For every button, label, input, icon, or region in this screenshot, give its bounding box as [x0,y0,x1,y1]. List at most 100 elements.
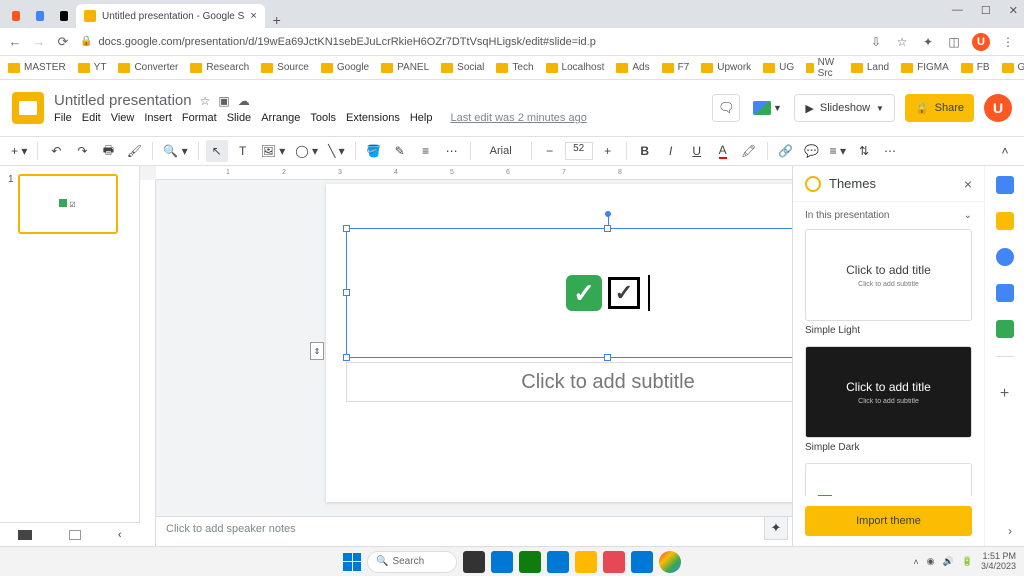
horizontal-ruler[interactable]: 12345678 [156,166,792,180]
rotation-handle[interactable] [605,211,611,217]
taskbar-app[interactable] [575,551,597,573]
italic-button[interactable]: I [660,140,682,162]
new-tab-button[interactable]: + [265,12,289,28]
extensions-icon[interactable]: ✦ [920,34,936,50]
line-tool[interactable]: ╲ ▾ [325,140,348,162]
bookmark-item[interactable]: NW Src [806,57,839,79]
align-button[interactable]: ≡ ▾ [827,140,849,162]
print-button[interactable]: 🖶 [97,140,119,162]
bookmark-item[interactable]: PANEL [381,62,429,73]
sidepanel-icon[interactable]: ◫ [946,34,962,50]
resize-handle[interactable] [604,225,611,232]
tab-pinned-1[interactable] [4,4,28,28]
bookmark-item[interactable]: MASTER [8,62,66,73]
resize-handle[interactable] [343,289,350,296]
underline-button[interactable]: U [686,140,708,162]
reload-icon[interactable]: ⟳ [56,35,70,49]
bookmark-item[interactable]: Google [321,62,369,73]
volume-icon[interactable]: 🔊 [943,556,954,567]
slide-thumbnail[interactable]: ☑ [18,174,118,234]
menu-arrange[interactable]: Arrange [261,112,300,124]
menu-extensions[interactable]: Extensions [346,112,400,124]
slide-canvas[interactable]: ⇕ ✓ ✓ Click to add subtitle [326,184,792,502]
taskbar-app[interactable] [659,551,681,573]
window-maximize-icon[interactable]: ☐ [981,4,991,17]
speaker-notes[interactable]: Click to add speaker notes [156,516,792,546]
profile-badge[interactable]: U [972,33,990,51]
explore-button[interactable]: ✦ [764,516,788,540]
last-edit-info[interactable]: Last edit was 2 minutes ago [450,112,586,124]
bold-button[interactable]: B [634,140,656,162]
border-dash-button[interactable]: ⋯ [441,140,463,162]
calendar-icon[interactable] [996,176,1014,194]
link-button[interactable]: 🔗 [775,140,797,162]
border-color-button[interactable]: ✎ [389,140,411,162]
start-button[interactable] [343,553,361,571]
resize-handle[interactable] [604,354,611,361]
window-close-icon[interactable]: ✕ [1009,4,1018,17]
bookmark-item[interactable]: Social [441,62,484,73]
menu-file[interactable]: File [54,112,72,124]
tab-active[interactable]: Untitled presentation - Google S × [76,4,265,28]
add-addon-button[interactable]: + [1000,385,1009,403]
list-button[interactable]: ⋯ [879,140,901,162]
cloud-icon[interactable]: ☁ [238,94,250,108]
comment-button[interactable]: 💬 [801,140,823,162]
menu-slide[interactable]: Slide [227,112,251,124]
tab-pinned-2[interactable] [28,4,52,28]
keep-icon[interactable] [996,212,1014,230]
resize-handle[interactable] [343,225,350,232]
taskbar-app[interactable] [491,551,513,573]
maps-icon[interactable] [996,320,1014,338]
shape-tool[interactable]: ◯ ▾ [292,140,321,162]
text-color-button[interactable]: A [712,140,734,162]
subtitle-textbox[interactable]: Click to add subtitle [346,362,792,402]
comments-button[interactable]: 🗨 [712,94,740,122]
redo-button[interactable]: ↷ [71,140,93,162]
bookmark-item[interactable]: YT [78,62,107,73]
contacts-icon[interactable] [996,284,1014,302]
filmstrip-view-button[interactable] [18,530,32,540]
tab-close-icon[interactable]: × [250,10,256,22]
vertical-ruler[interactable] [140,180,156,546]
new-slide-button[interactable]: + ▾ [8,140,30,162]
menu-format[interactable]: Format [182,112,217,124]
bookmark-item[interactable]: Research [190,62,249,73]
import-theme-button[interactable]: Import theme [805,506,972,536]
taskbar-search[interactable]: 🔍Search [367,551,457,573]
bookmark-item[interactable]: UG [763,62,794,73]
chevron-left-icon[interactable]: ‹ [118,529,122,541]
textbox-tool[interactable]: T [232,140,254,162]
font-size-input[interactable]: 52 [565,142,593,160]
chrome-menu-icon[interactable]: ⋮ [1000,34,1016,50]
highlight-button[interactable]: 🖍 [738,140,760,162]
taskbar-app[interactable] [463,551,485,573]
menu-view[interactable]: View [111,112,135,124]
bookmark-item[interactable]: Upwork [701,62,751,73]
window-minimize-icon[interactable]: — [952,4,963,17]
system-tray[interactable]: ˄ ◉ 🔊 🔋 1:51 PM 3/4/2023 [913,552,1016,572]
slides-logo[interactable] [12,92,44,124]
star-icon[interactable]: ☆ [200,94,211,108]
install-icon[interactable]: ⇩ [868,34,884,50]
forward-icon[interactable]: → [32,35,46,49]
title-textbox[interactable]: ✓ ✓ [346,228,792,358]
tasks-icon[interactable] [996,248,1014,266]
resize-handle[interactable] [343,354,350,361]
bookmark-item[interactable]: Tech [496,62,533,73]
bookmark-item[interactable]: F7 [662,62,690,73]
bookmark-item[interactable]: Gov [1002,62,1024,73]
bookmark-item[interactable]: Localhost [546,62,605,73]
slideshow-button[interactable]: ▶Slideshow▼ [794,94,895,122]
bookmark-item[interactable]: Ads [616,62,649,73]
bookmark-item[interactable]: Land [851,62,889,73]
wifi-icon[interactable]: ◉ [927,556,935,567]
taskbar-app[interactable] [519,551,541,573]
grid-view-button[interactable] [69,530,81,540]
undo-button[interactable]: ↶ [45,140,67,162]
star-icon[interactable]: ☆ [894,34,910,50]
bookmark-item[interactable]: Source [261,62,309,73]
line-spacing-button[interactable]: ⇅ [853,140,875,162]
theme-item[interactable]: Click to add title [805,463,972,496]
font-size-increase[interactable]: + [597,140,619,162]
